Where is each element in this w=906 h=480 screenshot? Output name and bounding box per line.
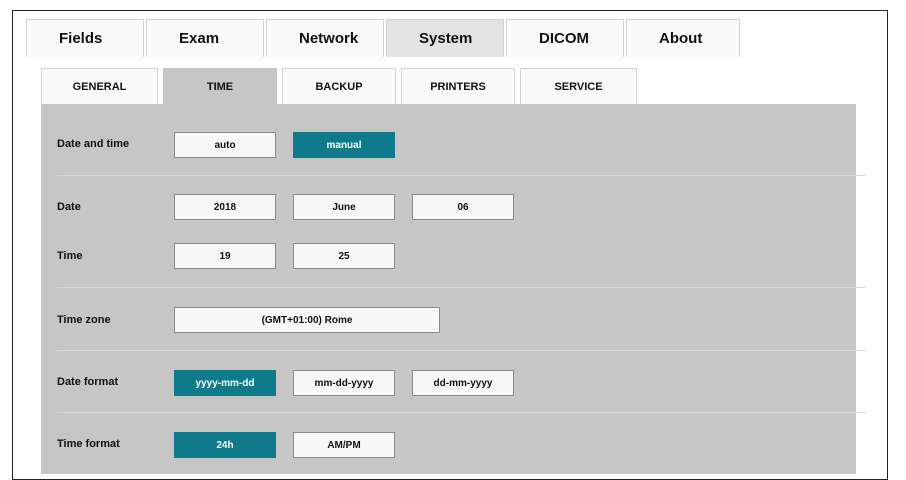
time-label: Time [57, 250, 83, 262]
date-format-mm-dd-yyyy-button[interactable]: mm-dd-yyyy [293, 370, 395, 396]
divider [57, 287, 866, 288]
tab-system[interactable]: System [386, 19, 504, 57]
time-format-label: Time format [57, 438, 120, 450]
time-zone-select[interactable]: (GMT+01:00) Rome [174, 307, 440, 333]
tab-fields[interactable]: Fields [26, 19, 144, 57]
sub-tab-bar: GENERAL TIME BACKUP PRINTERS SERVICE [41, 68, 642, 104]
main-tab-bar: Fields Exam Network System DICOM About [26, 19, 742, 57]
minute-field[interactable]: 25 [293, 243, 395, 269]
day-field[interactable]: 06 [412, 194, 514, 220]
date-format-dd-mm-yyyy-button[interactable]: dd-mm-yyyy [412, 370, 514, 396]
date-format-yyyy-mm-dd-button[interactable]: yyyy-mm-dd [174, 370, 276, 396]
subtab-general[interactable]: GENERAL [41, 68, 158, 104]
date-format-label: Date format [57, 376, 119, 388]
tab-network[interactable]: Network [266, 19, 384, 57]
divider [57, 175, 866, 176]
divider [57, 350, 866, 351]
month-field[interactable]: June [293, 194, 395, 220]
manual-button[interactable]: manual [293, 132, 395, 158]
tab-exam[interactable]: Exam [146, 19, 264, 57]
date-label: Date [57, 201, 81, 213]
time-format-24h-button[interactable]: 24h [174, 432, 276, 458]
time-format-ampm-button[interactable]: AM/PM [293, 432, 395, 458]
time-settings-panel: Date and time auto manual Date 2018 June… [41, 104, 866, 474]
tab-dicom[interactable]: DICOM [506, 19, 624, 57]
subtab-service[interactable]: SERVICE [520, 68, 637, 104]
divider [57, 412, 866, 413]
time-zone-label: Time zone [57, 314, 111, 326]
year-field[interactable]: 2018 [174, 194, 276, 220]
auto-button[interactable]: auto [174, 132, 276, 158]
tab-about[interactable]: About [626, 19, 740, 57]
subtab-printers[interactable]: PRINTERS [401, 68, 515, 104]
hour-field[interactable]: 19 [174, 243, 276, 269]
date-and-time-label: Date and time [57, 138, 130, 150]
subtab-backup[interactable]: BACKUP [282, 68, 396, 104]
subtab-time[interactable]: TIME [163, 68, 277, 104]
